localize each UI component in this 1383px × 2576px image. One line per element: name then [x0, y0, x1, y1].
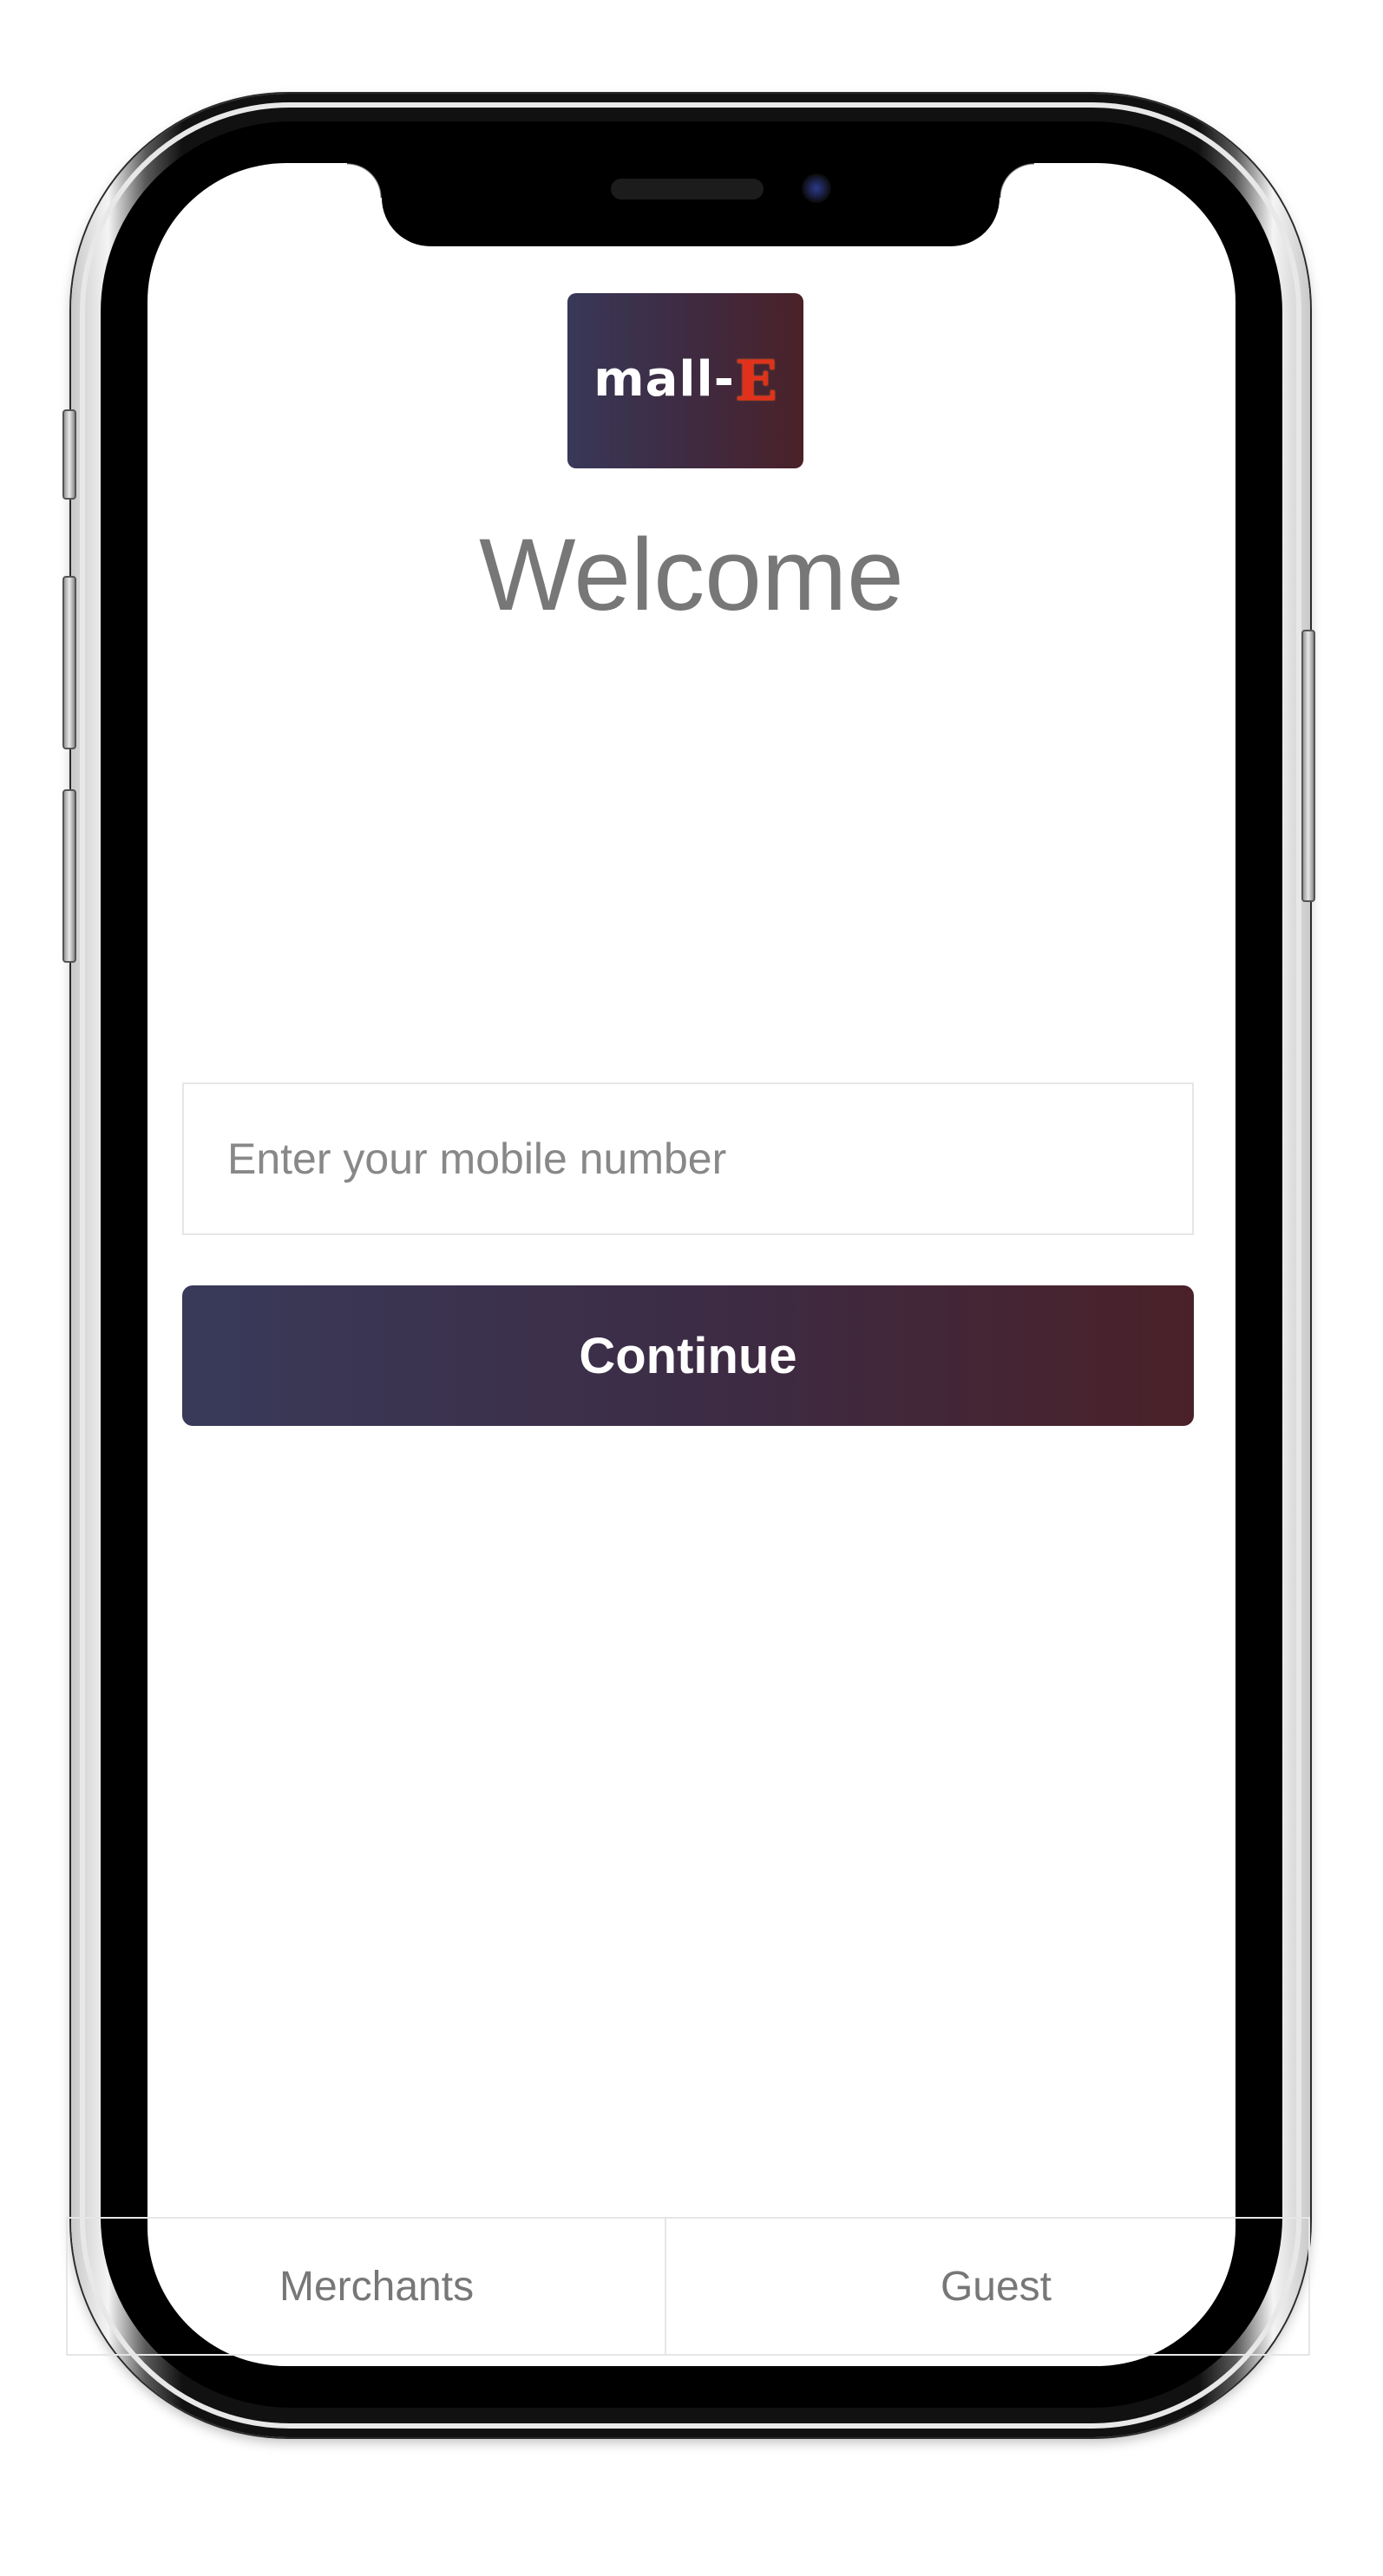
- volume-down-button: [62, 789, 76, 963]
- app-logo: mall- E: [567, 293, 803, 468]
- app-screen: mall-E Welcome Continue: [147, 163, 1236, 2366]
- continue-button[interactable]: Continue: [182, 1285, 1194, 1426]
- notch: [347, 163, 1034, 246]
- tab-merchants[interactable]: Merchants: [68, 2219, 666, 2354]
- bottom-tab-bar: Merchants Guest: [66, 2217, 1310, 2356]
- tab-merchants-label: Merchants: [279, 2263, 475, 2310]
- mute-switch: [62, 409, 76, 500]
- page-title: Welcome: [479, 518, 904, 632]
- volume-up-button: [62, 576, 76, 749]
- mobile-number-input[interactable]: [182, 1082, 1194, 1235]
- front-camera-icon: [802, 173, 831, 203]
- phone-mockup-stage: mall-E Welcome Continue Merchants Guest: [0, 0, 1383, 2576]
- tab-guest[interactable]: Guest: [666, 2219, 1308, 2354]
- power-button: [1301, 630, 1315, 902]
- tab-guest-label: Guest: [940, 2263, 1052, 2310]
- logo-wordmark: mall-: [593, 350, 735, 408]
- speaker-grille: [611, 179, 764, 199]
- logo-accent-letter: E: [735, 348, 777, 414]
